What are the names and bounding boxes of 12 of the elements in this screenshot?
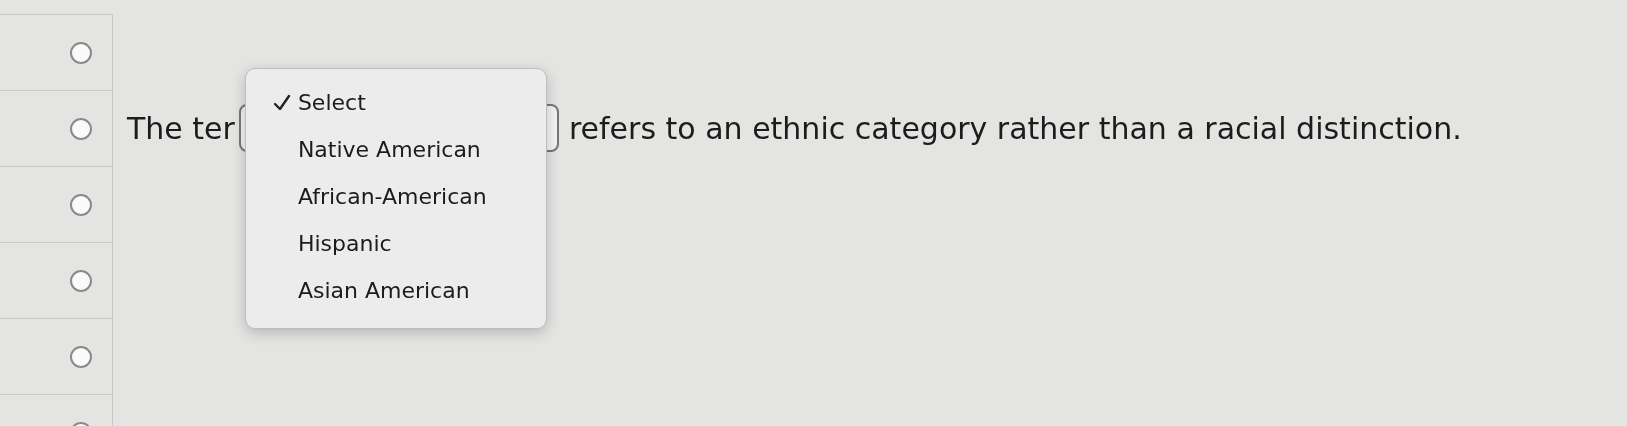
radio-button[interactable]	[70, 345, 92, 368]
radio-button[interactable]	[70, 117, 92, 140]
radio-button[interactable]	[70, 193, 92, 216]
dropdown-option[interactable]: Native American	[297, 137, 481, 162]
question-text: The ter	[127, 110, 235, 146]
radio-button[interactable]	[70, 41, 92, 64]
question-text: refers to an ethnic category rather than a racial distinction.	[568, 110, 1462, 146]
dropdown-option[interactable]: Hispanic	[297, 231, 392, 256]
radio-button[interactable]	[70, 269, 92, 292]
dropdown-option[interactable]: Select	[297, 90, 366, 115]
dropdown-option[interactable]: Asian American	[297, 278, 470, 303]
dropdown-option[interactable]: African-American	[297, 184, 487, 209]
